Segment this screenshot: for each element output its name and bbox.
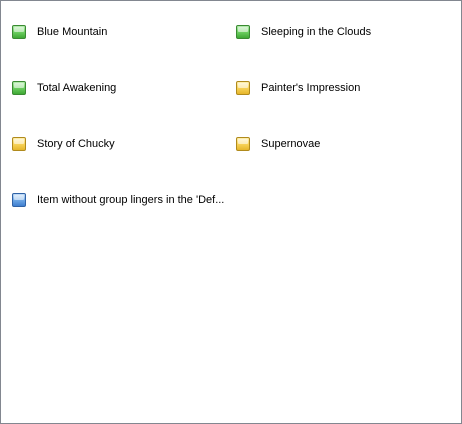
- list-item-label: Supernovae: [261, 138, 321, 150]
- blue-square-icon: [12, 193, 26, 207]
- list-item-label: Painter's Impression: [261, 82, 361, 94]
- green-square-icon: [12, 25, 26, 39]
- list-item[interactable]: Story of Chucky: [12, 135, 115, 153]
- list-item[interactable]: Blue Mountain: [12, 23, 107, 41]
- list-item-label: Item without group lingers in the 'Def..…: [37, 194, 225, 206]
- yellow-square-icon: [236, 137, 250, 151]
- list-item-label: Total Awakening: [37, 82, 117, 94]
- list-item-label: Sleeping in the Clouds: [261, 26, 372, 38]
- list-item-label: Story of Chucky: [37, 138, 115, 150]
- yellow-square-icon: [236, 81, 250, 95]
- list-item[interactable]: Item without group lingers in the 'Def..…: [12, 191, 224, 209]
- green-square-icon: [12, 81, 26, 95]
- list-item[interactable]: Supernovae: [236, 135, 320, 153]
- list-item-label: Blue Mountain: [37, 26, 108, 38]
- list-item[interactable]: Painter's Impression: [236, 79, 360, 97]
- list-view[interactable]: Blue Mountain Sleeping in the Clouds Tot…: [0, 0, 462, 424]
- green-square-icon: [236, 25, 250, 39]
- list-item[interactable]: Total Awakening: [12, 79, 116, 97]
- yellow-square-icon: [12, 137, 26, 151]
- list-item[interactable]: Sleeping in the Clouds: [236, 23, 371, 41]
